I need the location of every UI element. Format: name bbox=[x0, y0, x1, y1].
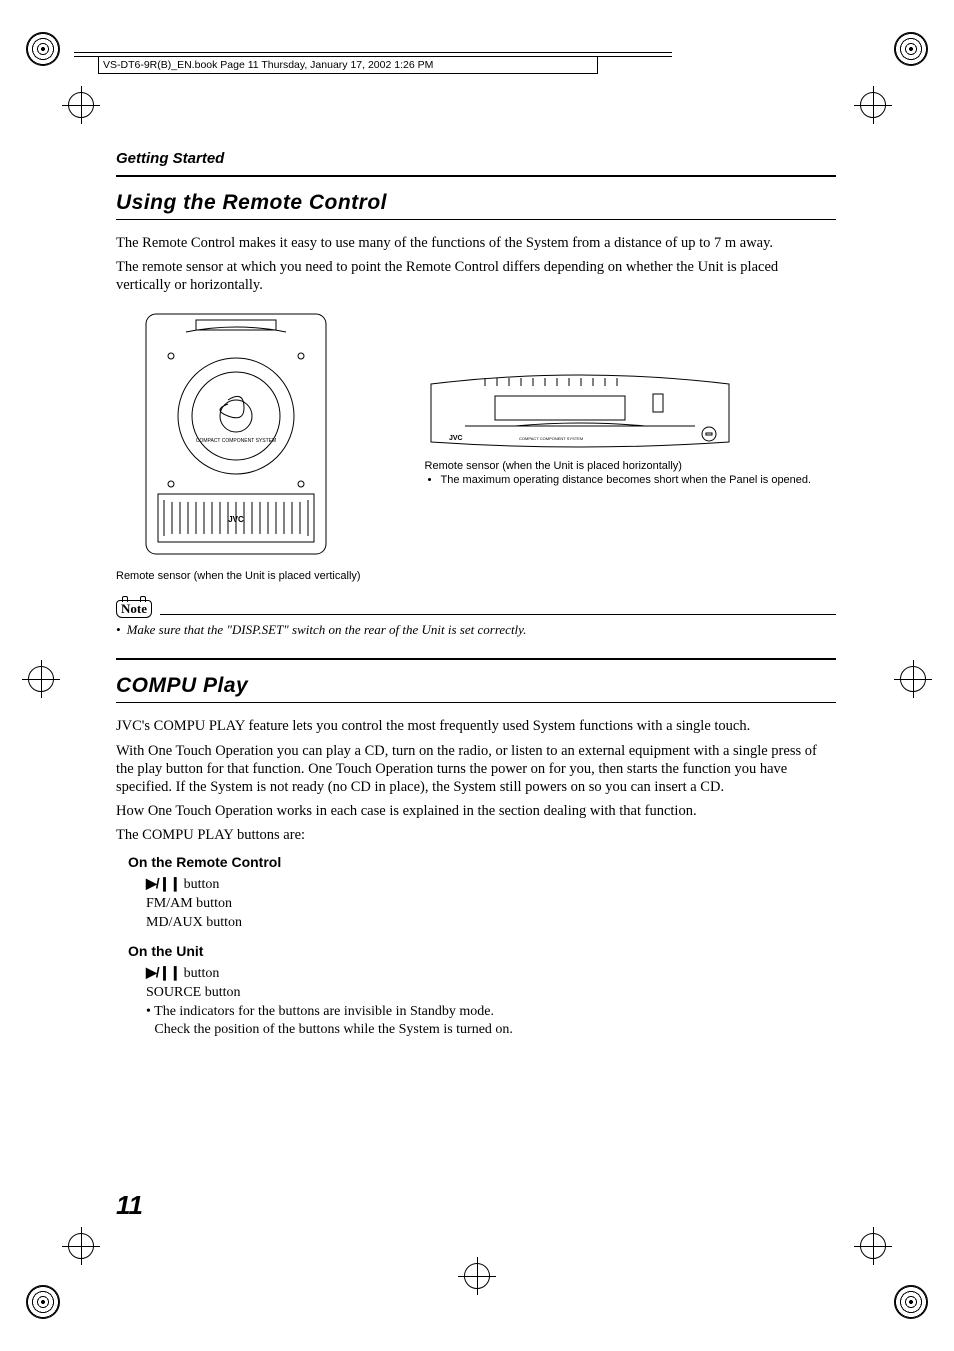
register-cross-icon bbox=[22, 660, 60, 698]
unit-note-line2: Check the position of the buttons while … bbox=[154, 1022, 513, 1037]
subhead-unit: On the Unit bbox=[128, 943, 836, 959]
list-item: ▶/❙❙ button bbox=[146, 874, 836, 895]
divider bbox=[160, 614, 836, 615]
svg-text:COMPACT COMPONENT SYSTEM: COMPACT COMPONENT SYSTEM bbox=[519, 436, 583, 441]
trim-line bbox=[74, 52, 672, 53]
divider bbox=[116, 175, 836, 177]
body-text: JVC's COMPU PLAY feature lets you contro… bbox=[116, 717, 836, 735]
chapter-title: Getting Started bbox=[116, 150, 836, 167]
register-cross-icon bbox=[894, 660, 932, 698]
play-pause-icon: ▶/❙❙ bbox=[146, 875, 180, 891]
register-cross-icon bbox=[854, 1227, 892, 1265]
svg-text:JVC: JVC bbox=[228, 515, 244, 524]
content: Getting Started Using the Remote Control… bbox=[116, 150, 836, 1040]
register-cross-icon bbox=[854, 86, 892, 124]
section-title-remote: Using the Remote Control bbox=[116, 191, 836, 215]
body-text: The COMPU PLAY buttons are: bbox=[116, 826, 836, 844]
divider bbox=[116, 702, 836, 703]
register-cross-icon bbox=[62, 86, 100, 124]
list-item-label: button bbox=[180, 877, 219, 892]
list-item: SOURCE button bbox=[146, 984, 836, 1003]
page: VS-DT6-9R(B)_EN.book Page 11 Thursday, J… bbox=[0, 0, 954, 1351]
unit-horizontal-icon: JVC COMPACT COMPONENT SYSTEM bbox=[425, 364, 735, 454]
figure-row: COMPACT COMPONENT SYSTEM bbox=[116, 304, 836, 582]
list-item: FM/AM button bbox=[146, 895, 836, 914]
subhead-remote: On the Remote Control bbox=[128, 854, 836, 870]
note-block: Note bbox=[116, 600, 836, 618]
body-text: With One Touch Operation you can play a … bbox=[116, 742, 836, 796]
figure-note-item: The maximum operating distance becomes s… bbox=[441, 474, 812, 486]
page-number: 11 bbox=[116, 1190, 143, 1221]
body-text: The Remote Control makes it easy to use … bbox=[116, 234, 836, 252]
divider bbox=[116, 219, 836, 220]
unit-vertical-icon: COMPACT COMPONENT SYSTEM bbox=[116, 304, 356, 564]
note-body: Make sure that the "DISP.SET" switch on … bbox=[127, 622, 527, 637]
unit-note: • The indicators for the buttons are inv… bbox=[146, 1003, 836, 1041]
body-text: The remote sensor at which you need to p… bbox=[116, 258, 836, 294]
list-item: ▶/❙❙ button bbox=[146, 963, 836, 984]
register-cross-icon bbox=[62, 1227, 100, 1265]
body-text: How One Touch Operation works in each ca… bbox=[116, 802, 836, 820]
register-cross-icon bbox=[458, 1257, 496, 1295]
divider bbox=[116, 658, 836, 660]
section-title-compu: COMPU Play bbox=[116, 674, 836, 698]
crop-mark-icon bbox=[894, 1285, 928, 1319]
figure-caption: Remote sensor (when the Unit is placed v… bbox=[116, 570, 361, 582]
play-pause-icon: ▶/❙❙ bbox=[146, 964, 180, 980]
figure-horizontal-unit: JVC COMPACT COMPONENT SYSTEM Remote sens… bbox=[425, 364, 812, 486]
unit-note-line1: The indicators for the buttons are invis… bbox=[154, 1004, 494, 1019]
crop-mark-icon bbox=[26, 1285, 60, 1319]
list-item-label: button bbox=[180, 966, 219, 981]
list-item: MD/AUX button bbox=[146, 914, 836, 933]
header-pathbar: VS-DT6-9R(B)_EN.book Page 11 Thursday, J… bbox=[98, 56, 598, 74]
svg-text:JVC: JVC bbox=[449, 435, 463, 442]
svg-text:COMPACT COMPONENT SYSTEM: COMPACT COMPONENT SYSTEM bbox=[196, 438, 276, 444]
figure-vertical-unit: COMPACT COMPONENT SYSTEM bbox=[116, 304, 361, 582]
crop-mark-icon bbox=[894, 32, 928, 66]
button-list-unit: ▶/❙❙ button SOURCE button bbox=[146, 963, 836, 1003]
figure-note-list: The maximum operating distance becomes s… bbox=[425, 474, 812, 486]
crop-mark-icon bbox=[26, 32, 60, 66]
button-list-remote: ▶/❙❙ button FM/AM button MD/AUX button bbox=[146, 874, 836, 933]
note-text: •Make sure that the "DISP.SET" switch on… bbox=[116, 622, 836, 638]
figure-caption: Remote sensor (when the Unit is placed h… bbox=[425, 460, 812, 472]
note-icon: Note bbox=[116, 600, 152, 618]
